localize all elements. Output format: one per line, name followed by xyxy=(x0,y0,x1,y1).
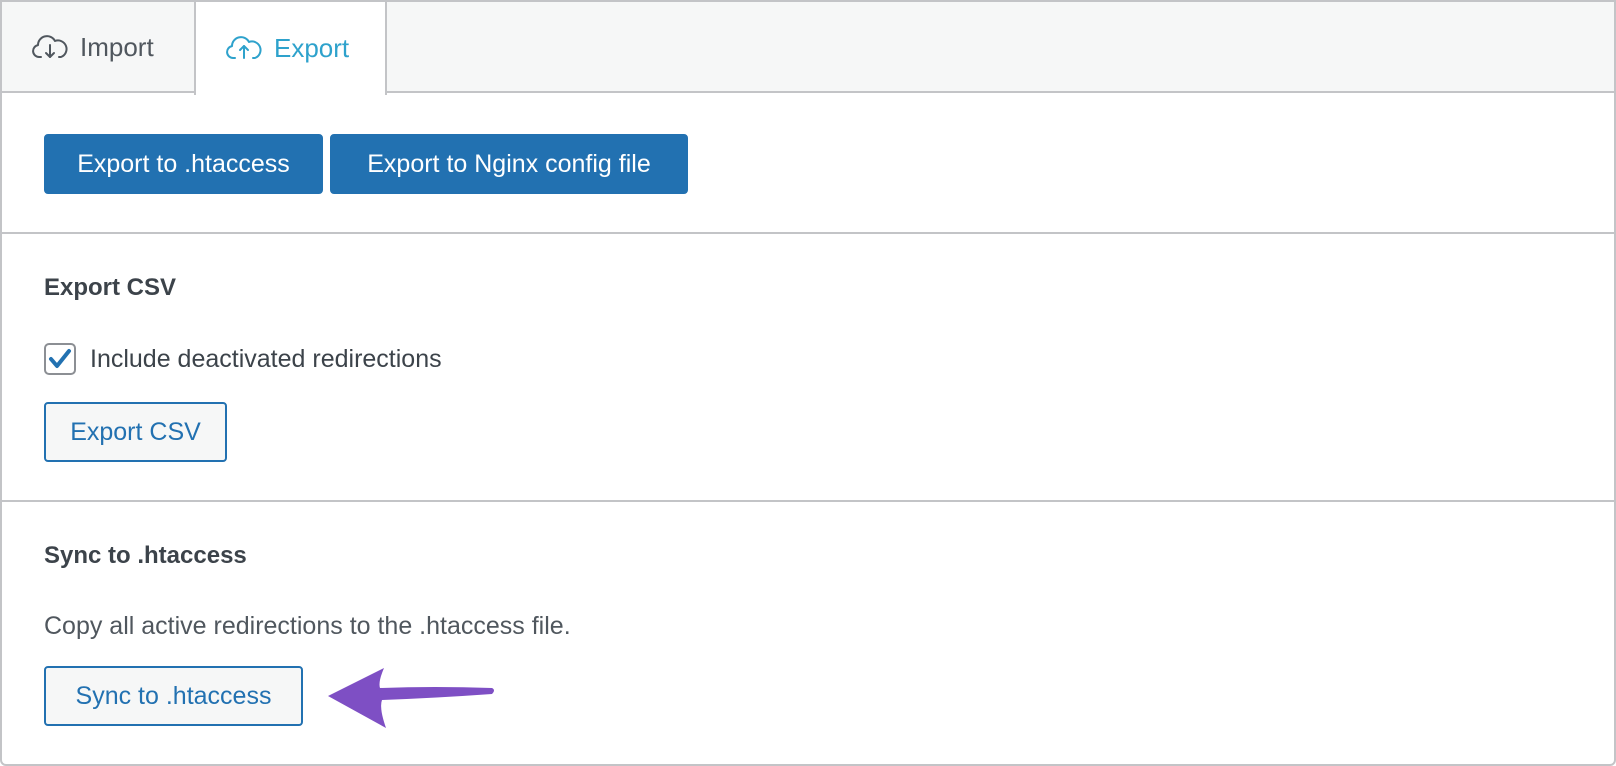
annotation-arrow-icon xyxy=(328,668,494,728)
export-csv-button[interactable]: Export CSV xyxy=(44,402,227,462)
include-deactivated-row: Include deactivated redirections xyxy=(44,343,442,375)
cloud-download-icon xyxy=(32,33,68,63)
export-server-section: Export to .htaccess Export to Nginx conf… xyxy=(2,93,1614,234)
tab-export-label: Export xyxy=(274,33,350,63)
checkmark-icon xyxy=(49,349,71,368)
sync-description: Copy all active redirections to the .hta… xyxy=(44,612,571,640)
export-nginx-button[interactable]: Export to Nginx config file xyxy=(330,134,688,194)
tab-import-label: Import xyxy=(80,32,154,62)
sync-htaccess-section: Sync to .htaccess Copy all active redire… xyxy=(2,502,1614,764)
tab-import[interactable]: Import xyxy=(32,2,154,93)
export-htaccess-button[interactable]: Export to .htaccess xyxy=(44,134,323,194)
sync-heading: Sync to .htaccess xyxy=(44,542,247,569)
include-deactivated-checkbox[interactable] xyxy=(44,343,76,375)
export-csv-heading: Export CSV xyxy=(44,274,177,301)
import-export-panel: Import Export Export to .htaccess Export… xyxy=(0,0,1616,766)
cloud-upload-icon xyxy=(226,34,262,64)
export-csv-section: Export CSV Include deactivated redirecti… xyxy=(2,234,1614,502)
include-deactivated-label[interactable]: Include deactivated redirections xyxy=(90,345,442,374)
tab-export[interactable]: Export xyxy=(194,2,387,95)
sync-htaccess-button[interactable]: Sync to .htaccess xyxy=(44,666,303,726)
